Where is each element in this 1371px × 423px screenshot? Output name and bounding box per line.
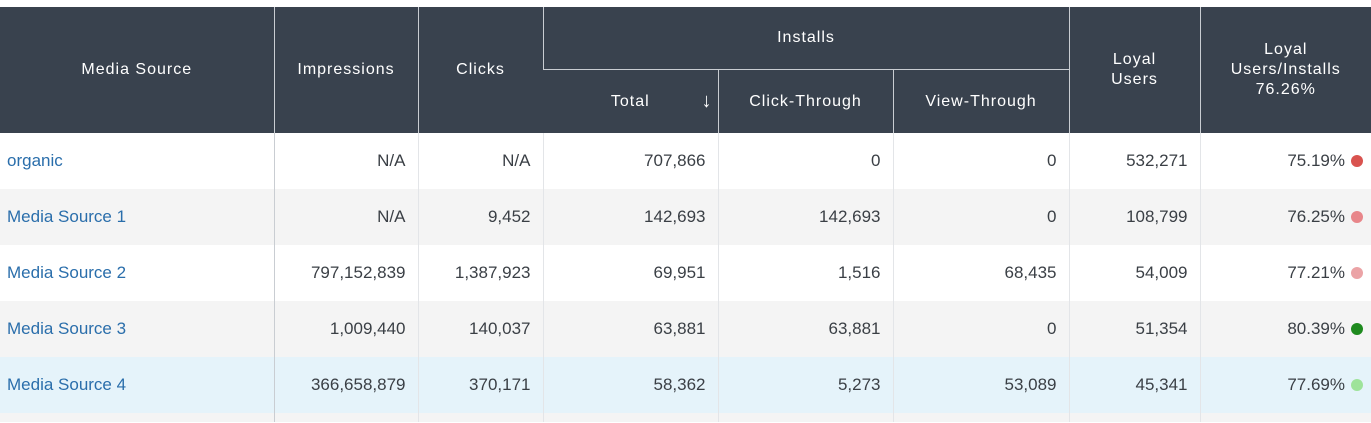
header-ratio-line2: Users/Installs [1230,61,1341,78]
clicks-cell: N/A [417,133,543,189]
view-through-cell: 0 [892,133,1070,189]
media-source-cell: Media Source 3 [0,301,275,357]
header-loyal-users-installs[interactable]: Loyal Users/Installs 76.26% [1199,7,1371,133]
media-source-table: Media Source Impressions Clicks Installs… [0,7,1371,422]
loyal-ratio-value: 77.21% [1287,263,1346,282]
view-through-cell: 53,089 [892,357,1070,413]
clicks-cell: 9,452 [417,189,543,245]
status-dot-icon [1351,379,1364,391]
impressions-cell: N/A [273,189,418,245]
header-impressions[interactable]: Impressions [273,7,418,133]
table-row[interactable]: organic N/A N/A 707,866 0 0 532,271 75.1… [0,133,1371,189]
status-dot-icon [1351,155,1364,167]
media-source-cell: Media Source 4 [0,357,275,413]
media-source-link[interactable]: Media Source 4 [7,375,126,394]
empty-cell [0,413,275,422]
clicks-cell: 370,171 [417,357,543,413]
empty-cell [892,413,1070,422]
status-dot-icon [1351,267,1364,279]
header-ratio-line1: Loyal [1264,41,1308,58]
loyal-users-cell: 54,009 [1068,245,1201,301]
click-through-cell: 142,693 [717,189,893,245]
installs-total-cell: 58,362 [542,357,718,413]
installs-total-cell: 63,881 [542,301,718,357]
empty-cell [717,413,893,422]
header-click-through[interactable]: Click-Through [717,69,893,133]
header-installs-group: Installs [542,7,1070,70]
header-installs-total[interactable]: Total ↓ [543,69,718,133]
sort-descending-arrow-icon[interactable]: ↓ [702,90,712,113]
top-divider [0,0,1371,7]
view-through-cell: 0 [892,301,1070,357]
view-through-cell: 0 [892,189,1070,245]
loyal-ratio-value: 77.69% [1287,375,1346,394]
media-source-cell: organic [0,133,275,189]
status-dot-icon [1351,323,1364,335]
table-row[interactable]: Media Source 3 1,009,440 140,037 63,881 … [0,301,1371,357]
loyal-ratio-cell: 77.69% [1199,357,1371,413]
media-source-table-container: Media Source Impressions Clicks Installs… [0,0,1371,423]
loyal-ratio-cell: 75.19% [1199,133,1371,189]
installs-total-cell: 707,866 [542,133,718,189]
media-source-link[interactable]: Media Source 3 [7,319,126,338]
empty-cell [542,413,718,422]
media-source-link[interactable]: Media Source 1 [7,207,126,226]
clicks-cell: 1,387,923 [417,245,543,301]
loyal-users-cell: 108,799 [1068,189,1201,245]
loyal-ratio-cell: 77.21% [1199,245,1371,301]
header-media-source[interactable]: Media Source [0,7,274,133]
loyal-users-cell: 51,354 [1068,301,1201,357]
loyal-ratio-cell: 80.39% [1199,301,1371,357]
loyal-ratio-value: 76.25% [1287,207,1346,226]
table-row[interactable]: Media Source 2 797,152,839 1,387,923 69,… [0,245,1371,301]
empty-cell [417,413,543,422]
header-ratio-average: 76.26% [1255,81,1316,98]
impressions-cell: N/A [273,133,418,189]
table-body: organic N/A N/A 707,866 0 0 532,271 75.1… [0,133,1371,422]
loyal-users-cell: 532,271 [1068,133,1201,189]
click-through-cell: 5,273 [717,357,893,413]
media-source-cell: Media Source 1 [0,189,275,245]
impressions-cell: 1,009,440 [273,301,418,357]
table-row[interactable]: Media Source 1 N/A 9,452 142,693 142,693… [0,189,1371,245]
empty-cell [273,413,418,422]
installs-total-cell: 142,693 [542,189,718,245]
empty-cell [1199,413,1371,422]
table-row-partial [0,413,1371,422]
media-source-link[interactable]: organic [7,151,63,170]
click-through-cell: 0 [717,133,893,189]
header-view-through[interactable]: View-Through [892,69,1070,133]
click-through-cell: 1,516 [717,245,893,301]
loyal-ratio-cell: 76.25% [1199,189,1371,245]
media-source-link[interactable]: Media Source 2 [7,263,126,282]
impressions-cell: 366,658,879 [273,357,418,413]
header-loyal-users-line2: Users [1111,71,1158,88]
status-dot-icon [1351,211,1364,223]
installs-total-cell: 69,951 [542,245,718,301]
header-loyal-users-line1: Loyal [1112,51,1157,68]
clicks-cell: 140,037 [417,301,543,357]
view-through-cell: 68,435 [892,245,1070,301]
impressions-cell: 797,152,839 [273,245,418,301]
table-header: Media Source Impressions Clicks Installs… [0,7,1371,133]
loyal-ratio-value: 75.19% [1287,151,1346,170]
header-loyal-users[interactable]: Loyal Users [1068,7,1201,133]
empty-cell [1068,413,1201,422]
loyal-ratio-value: 80.39% [1287,319,1346,338]
table-row-highlighted[interactable]: Media Source 4 366,658,879 370,171 58,36… [0,357,1371,413]
media-source-cell: Media Source 2 [0,245,275,301]
loyal-users-cell: 45,341 [1068,357,1201,413]
click-through-cell: 63,881 [717,301,893,357]
header-clicks[interactable]: Clicks [417,7,543,133]
